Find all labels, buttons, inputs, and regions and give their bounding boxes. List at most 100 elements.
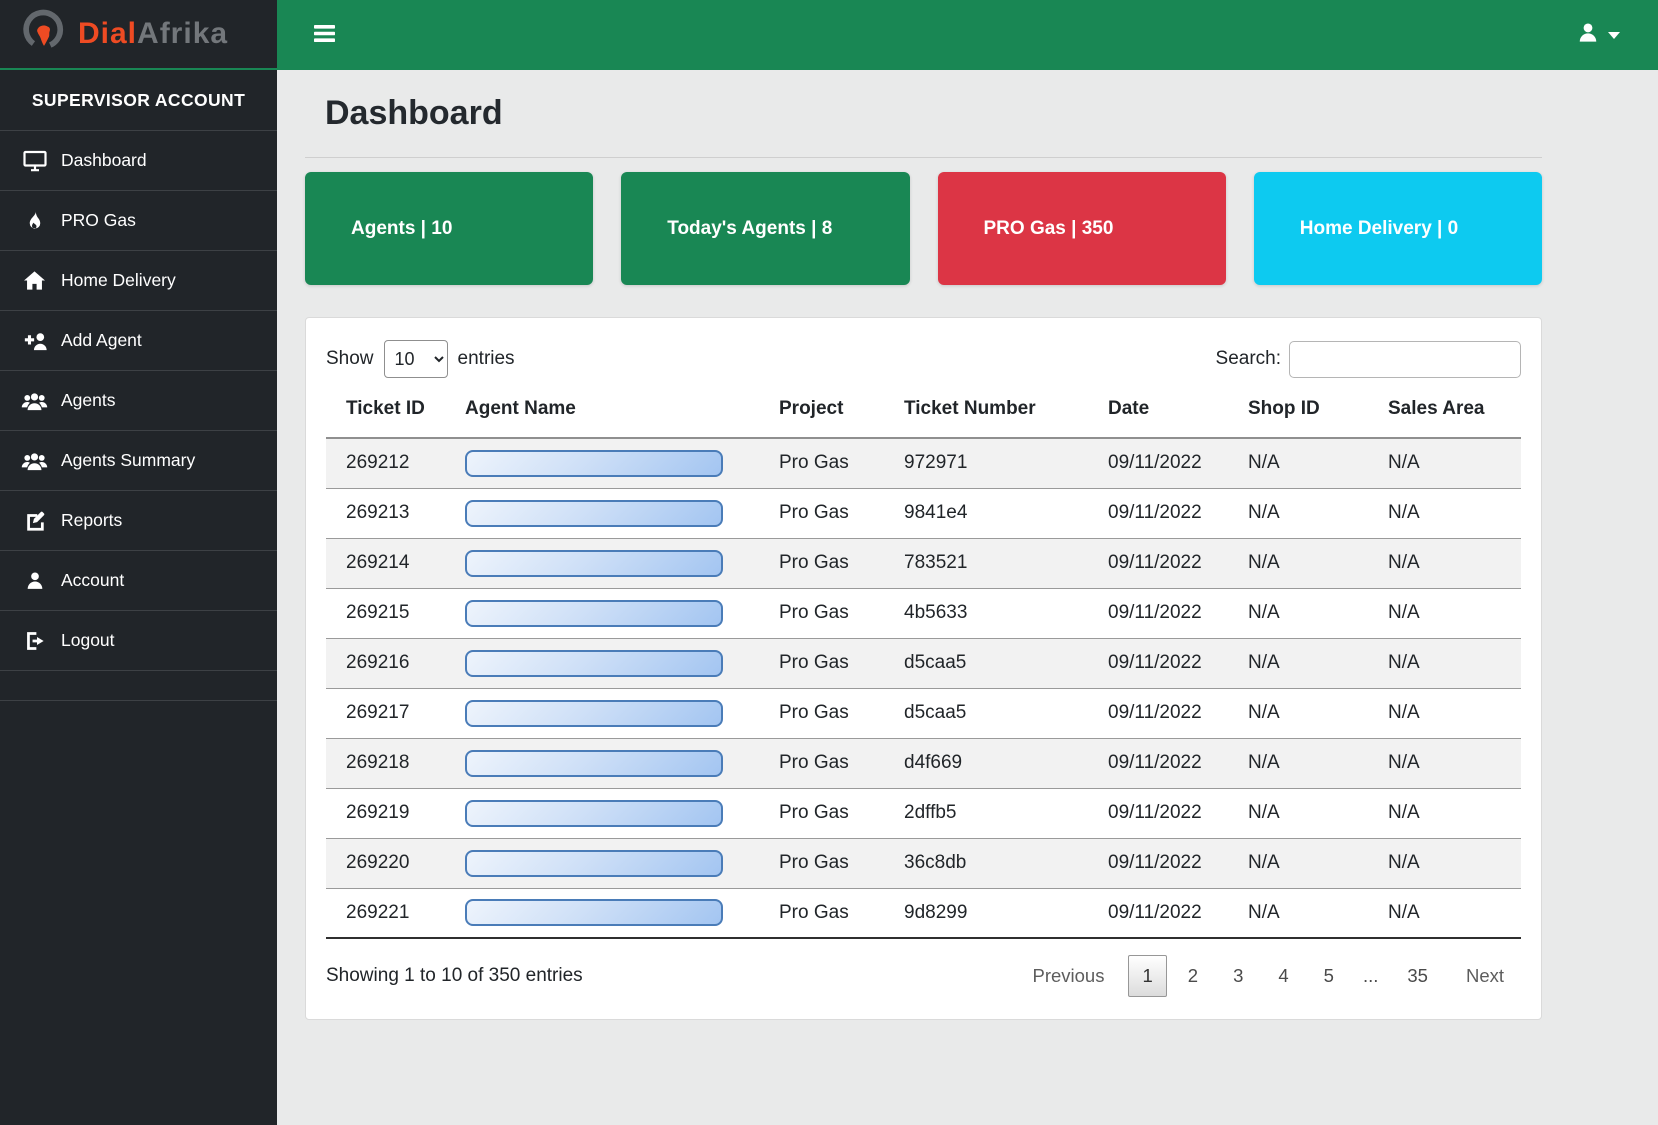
sales-area-cell: N/A	[1368, 488, 1521, 538]
table-controls: Show 10 entries Search:	[326, 340, 1521, 378]
sidebar: DialAfrika SUPERVISOR ACCOUNT Dashboard …	[0, 0, 277, 1125]
shop-id-cell: N/A	[1228, 788, 1368, 838]
sidebar-item-label: PRO Gas	[61, 210, 136, 231]
ticket-id-cell: 269218	[326, 738, 445, 788]
sidebar-item-home-delivery[interactable]: Home Delivery	[0, 251, 277, 311]
sidebar-item-label: Dashboard	[61, 150, 147, 171]
ticket-number-cell: 2dffb5	[884, 788, 1088, 838]
stat-card-todays-agents: Today's Agents | 8	[621, 172, 909, 285]
shop-id-cell: N/A	[1228, 738, 1368, 788]
account-type-label: SUPERVISOR ACCOUNT	[0, 70, 277, 131]
ticket-id-cell: 269217	[326, 688, 445, 738]
shop-id-cell: N/A	[1228, 838, 1368, 888]
date-cell: 09/11/2022	[1088, 838, 1228, 888]
sidebar-item-add-agent[interactable]: Add Agent	[0, 311, 277, 371]
edit-icon	[21, 510, 48, 532]
sidebar-item-reports[interactable]: Reports	[0, 491, 277, 551]
col-date: Date	[1088, 390, 1228, 438]
agent-name-pill[interactable]	[465, 750, 723, 777]
sales-area-cell: N/A	[1368, 738, 1521, 788]
sidebar-item-pro-gas[interactable]: PRO Gas	[0, 191, 277, 251]
stat-card-label: Today's Agents | 8	[667, 218, 832, 240]
ticket-id-cell: 269219	[326, 788, 445, 838]
ticket-number-cell: d5caa5	[884, 638, 1088, 688]
sales-area-cell: N/A	[1368, 788, 1521, 838]
flame-icon	[21, 210, 48, 232]
agent-name-pill[interactable]	[465, 850, 723, 877]
main-area: Dashboard Agents | 10 Today's Agents | 8…	[277, 0, 1658, 1125]
search-input[interactable]	[1289, 341, 1521, 378]
ticket-number-cell: 9841e4	[884, 488, 1088, 538]
sidebar-item-label: Agents	[61, 390, 115, 411]
date-cell: 09/11/2022	[1088, 488, 1228, 538]
agent-name-pill[interactable]	[465, 550, 723, 577]
ticket-id-cell: 269213	[326, 488, 445, 538]
sidebar-item-agents-summary[interactable]: Agents Summary	[0, 431, 277, 491]
sales-area-cell: N/A	[1368, 688, 1521, 738]
table-footer: Showing 1 to 10 of 350 entries Previous …	[326, 955, 1521, 997]
sales-area-cell: N/A	[1368, 538, 1521, 588]
table-row: 269214 Pro Gas 783521 09/11/2022 N/A N/A	[326, 538, 1521, 588]
sales-area-cell: N/A	[1368, 838, 1521, 888]
date-cell: 09/11/2022	[1088, 688, 1228, 738]
shop-id-cell: N/A	[1228, 538, 1368, 588]
user-menu-button[interactable]	[1577, 21, 1620, 49]
project-cell: Pro Gas	[759, 488, 884, 538]
pagination-next[interactable]: Next	[1449, 955, 1521, 997]
project-cell: Pro Gas	[759, 838, 884, 888]
date-cell: 09/11/2022	[1088, 788, 1228, 838]
agent-name-pill[interactable]	[465, 650, 723, 677]
pagination-page-5[interactable]: 5	[1310, 955, 1348, 997]
sidebar-item-account[interactable]: Account	[0, 551, 277, 611]
ticket-id-cell: 269214	[326, 538, 445, 588]
pagination-page-4[interactable]: 4	[1264, 955, 1302, 997]
pagination-page-3[interactable]: 3	[1219, 955, 1257, 997]
agent-name-pill[interactable]	[465, 700, 723, 727]
col-ticket-number: Ticket Number	[884, 390, 1088, 438]
pagination-page-35[interactable]: 35	[1393, 955, 1442, 997]
page-length-control: Show 10 entries	[326, 340, 515, 378]
page-size-select[interactable]: 10	[384, 340, 448, 378]
table-row: 269221 Pro Gas 9d8299 09/11/2022 N/A N/A	[326, 888, 1521, 938]
agent-name-pill[interactable]	[465, 600, 723, 627]
user-plus-icon	[21, 331, 48, 351]
col-project: Project	[759, 390, 884, 438]
col-shop-id: Shop ID	[1228, 390, 1368, 438]
project-cell: Pro Gas	[759, 888, 884, 938]
table-row: 269215 Pro Gas 4b5633 09/11/2022 N/A N/A	[326, 588, 1521, 638]
headset-africa-logo-icon	[18, 7, 70, 62]
sidebar-item-agents[interactable]: Agents	[0, 371, 277, 431]
content: Dashboard Agents | 10 Today's Agents | 8…	[277, 70, 1658, 1020]
tickets-table-panel: Show 10 entries Search:	[305, 317, 1542, 1020]
show-label: Show	[326, 348, 374, 370]
date-cell: 09/11/2022	[1088, 538, 1228, 588]
pagination: Previous 1 2 3 4 5 ... 35 Next	[1008, 955, 1521, 997]
desktop-icon	[21, 150, 48, 172]
agent-name-pill[interactable]	[465, 450, 723, 477]
sidebar-item-label: Agents Summary	[61, 450, 195, 471]
sidebar-item-dashboard[interactable]: Dashboard	[0, 131, 277, 191]
table-row: 269220 Pro Gas 36c8db 09/11/2022 N/A N/A	[326, 838, 1521, 888]
agent-name-pill[interactable]	[465, 899, 723, 926]
users-icon	[21, 391, 48, 411]
date-cell: 09/11/2022	[1088, 738, 1228, 788]
agent-name-pill[interactable]	[465, 500, 723, 527]
sidebar-item-logout[interactable]: Logout	[0, 611, 277, 671]
stat-card-home-delivery: Home Delivery | 0	[1254, 172, 1542, 285]
topbar	[277, 0, 1658, 70]
ticket-number-cell: d4f669	[884, 738, 1088, 788]
shop-id-cell: N/A	[1228, 888, 1368, 938]
pagination-previous[interactable]: Previous	[1015, 955, 1121, 997]
stat-card-label: PRO Gas | 350	[984, 218, 1114, 240]
pagination-page-1[interactable]: 1	[1128, 955, 1166, 997]
table-row: 269213 Pro Gas 9841e4 09/11/2022 N/A N/A	[326, 488, 1521, 538]
agent-name-pill[interactable]	[465, 800, 723, 827]
project-cell: Pro Gas	[759, 738, 884, 788]
ticket-number-cell: 972971	[884, 438, 1088, 488]
shop-id-cell: N/A	[1228, 588, 1368, 638]
pagination-page-2[interactable]: 2	[1174, 955, 1212, 997]
project-cell: Pro Gas	[759, 438, 884, 488]
stat-card-agents: Agents | 10	[305, 172, 593, 285]
brand: DialAfrika	[0, 0, 277, 70]
menu-toggle-button[interactable]	[310, 21, 339, 49]
